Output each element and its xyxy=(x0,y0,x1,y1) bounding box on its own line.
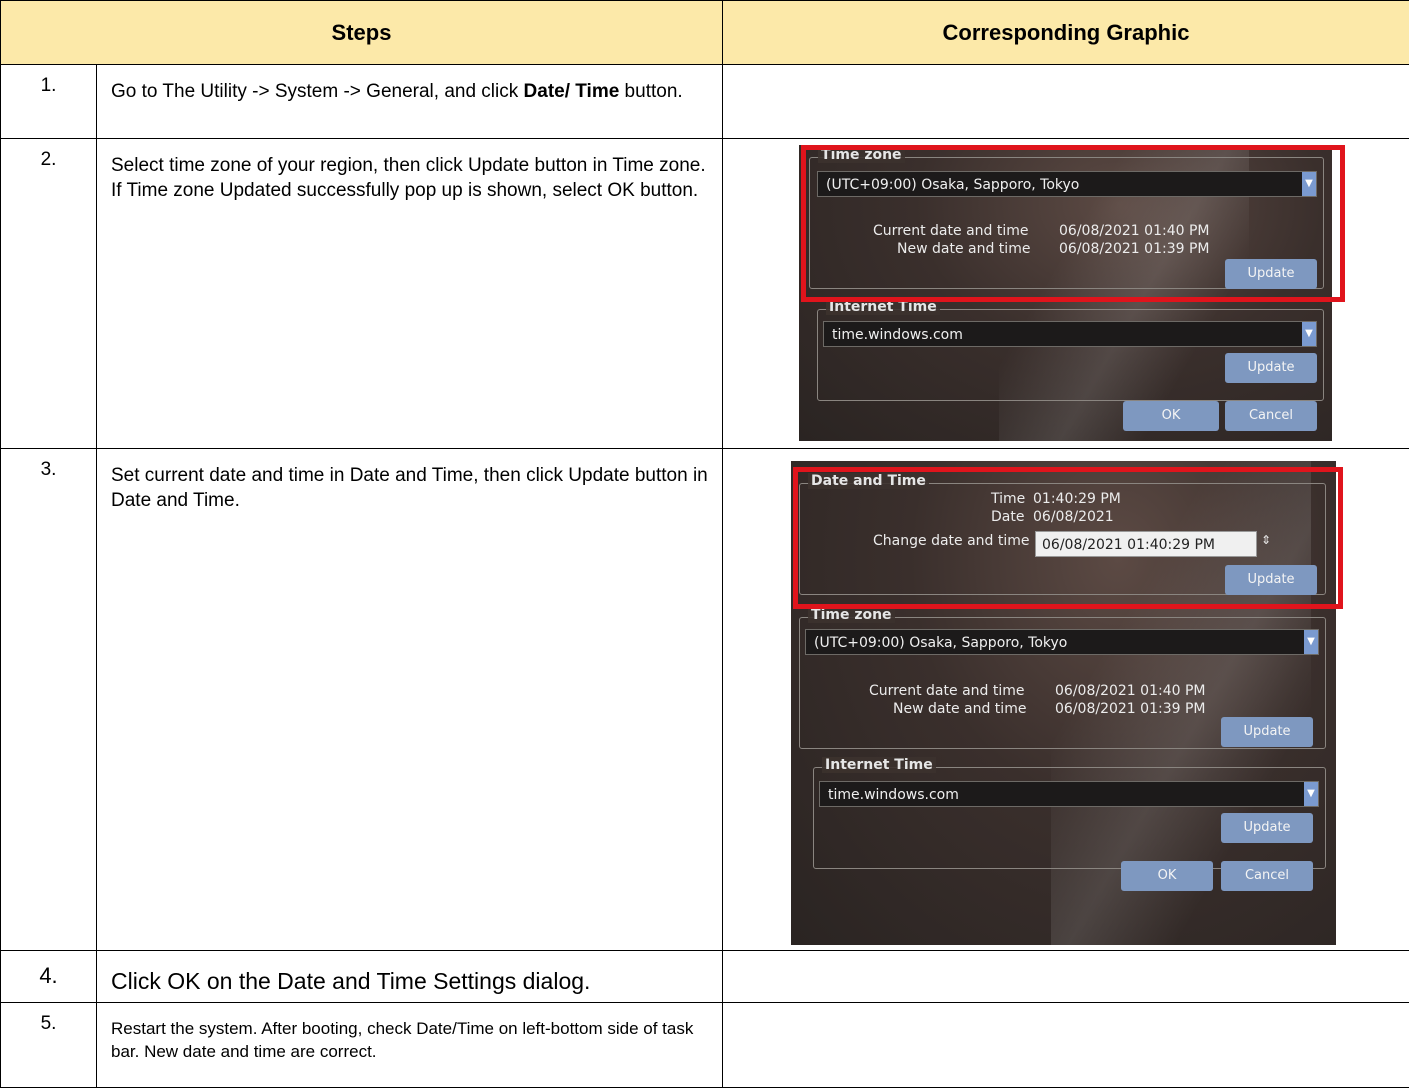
step-text: Select time zone of your region, then cl… xyxy=(97,139,723,449)
cancel-button[interactable]: Cancel xyxy=(1225,401,1317,431)
time-zone-dropdown[interactable]: (UTC+09:00) Osaka, Sapporo, Tokyo▼ xyxy=(805,629,1319,655)
step-number: 1. xyxy=(1,65,97,139)
step-text: Click OK on the Date and Time Settings d… xyxy=(97,951,723,1003)
time-zone-highlight xyxy=(801,145,1345,302)
step-text: Set current date and time in Date and Ti… xyxy=(97,449,723,951)
internet-time-update-button[interactable]: Update xyxy=(1221,813,1313,843)
step-number: 2. xyxy=(1,139,97,449)
chevron-down-icon: ▼ xyxy=(1304,630,1318,654)
new-dt-label: New date and time xyxy=(893,701,1026,717)
table-row: 4. Click OK on the Date and Time Setting… xyxy=(1,951,1409,1003)
header-graphic: Corresponding Graphic xyxy=(723,1,1409,65)
new-dt-value: 06/08/2021 01:39 PM xyxy=(1055,701,1205,717)
current-dt-value: 06/08/2021 01:40 PM xyxy=(1055,683,1205,699)
step-number: 3. xyxy=(1,449,97,951)
table-row: 5. Restart the system. After booting, ch… xyxy=(1,1003,1409,1088)
internet-time-update-button[interactable]: Update xyxy=(1225,353,1317,383)
step-graphic-empty xyxy=(723,1003,1409,1088)
step-number: 5. xyxy=(1,1003,97,1088)
step-graphic-empty xyxy=(723,951,1409,1003)
step-number: 4. xyxy=(1,951,97,1003)
table-row: 2. Select time zone of your region, then… xyxy=(1,139,1409,449)
cancel-button[interactable]: Cancel xyxy=(1221,861,1313,891)
internet-time-title: Internet Time xyxy=(822,757,936,773)
table-row: 3. Set current date and time in Date and… xyxy=(1,449,1409,951)
ok-button[interactable]: OK xyxy=(1123,401,1219,431)
table-row: 1. Go to The Utility -> System -> Genera… xyxy=(1,65,1409,139)
steps-table: Steps Corresponding Graphic 1. Go to The… xyxy=(0,0,1409,1088)
step-graphic: Date and Time Time 01:40:29 PM Date 06/0… xyxy=(723,449,1409,951)
step-graphic-empty xyxy=(723,65,1409,139)
date-time-emphasis: Date/ Time xyxy=(524,81,620,102)
ok-button[interactable]: OK xyxy=(1121,861,1213,891)
chevron-down-icon: ▼ xyxy=(1304,782,1318,806)
time-zone-update-button[interactable]: Update xyxy=(1221,717,1313,747)
internet-time-dropdown[interactable]: time.windows.com▼ xyxy=(819,781,1319,807)
chevron-down-icon: ▼ xyxy=(1302,322,1316,346)
step-graphic: Time zone (UTC+09:00) Osaka, Sapporo, To… xyxy=(723,139,1409,449)
time-zone-title: Time zone xyxy=(808,607,895,623)
header-steps: Steps xyxy=(1,1,723,65)
step-text: Go to The Utility -> System -> General, … xyxy=(97,65,723,139)
current-dt-label: Current date and time xyxy=(869,683,1024,699)
internet-time-dropdown[interactable]: time.windows.com▼ xyxy=(823,321,1317,347)
step-text: Restart the system. After booting, check… xyxy=(97,1003,723,1088)
date-time-highlight xyxy=(793,467,1343,609)
